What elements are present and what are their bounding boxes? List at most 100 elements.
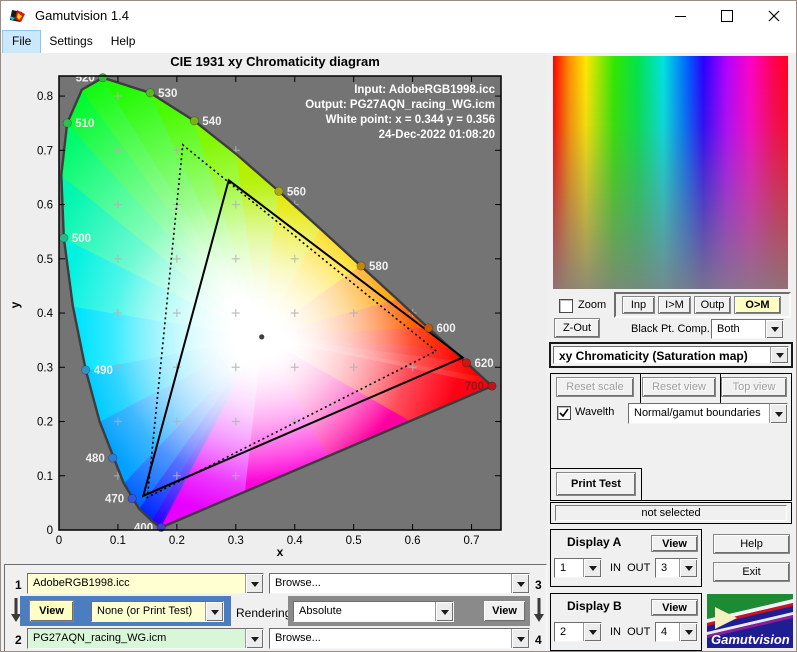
slot3-number: 3: [535, 578, 542, 592]
display-a-out-select[interactable]: 3: [655, 558, 698, 578]
dropdown-arrow-icon[interactable]: [511, 629, 529, 648]
dropdown-arrow-icon[interactable]: [245, 574, 263, 593]
svg-text:0.4: 0.4: [37, 308, 54, 320]
display-b-in-select[interactable]: 2: [554, 622, 602, 642]
rendering-label: Rendering: [236, 606, 292, 620]
menu-settings[interactable]: Settings: [40, 31, 101, 53]
svg-text:24-Dec-2022 01:08:20: 24-Dec-2022 01:08:20: [379, 129, 495, 141]
reset-view-button[interactable]: Reset view: [642, 377, 716, 397]
menu-help[interactable]: Help: [102, 31, 145, 53]
wavelength-checkbox[interactable]: [557, 406, 571, 420]
display-a-view-button[interactable]: View: [651, 535, 698, 552]
input-profile-select[interactable]: AdobeRGB1998.icc: [27, 573, 264, 594]
wavelength-dot-580: [356, 261, 366, 271]
browse-profile-3-select[interactable]: Browse...: [269, 573, 530, 594]
top-view-button[interactable]: Top view: [721, 377, 787, 397]
dropdown-arrow-icon[interactable]: [511, 574, 529, 593]
dropdown-arrow-icon[interactable]: [583, 559, 601, 577]
window-title: Gamutvision 1.4: [35, 8, 129, 23]
exit-button[interactable]: Exit: [713, 562, 790, 582]
wavelength-label-520: 520: [76, 73, 95, 85]
pattern-view-button[interactable]: View: [29, 600, 74, 622]
dropdown-arrow-icon[interactable]: [770, 347, 788, 363]
svg-text:0.5: 0.5: [37, 254, 53, 266]
chromaticity-diagram[interactable]: CIE 1931 xy Chromaticity diagram x y 400…: [5, 53, 546, 565]
browse-profile-4-select[interactable]: Browse...: [269, 628, 530, 649]
profile-panel: 1 AdobeRGB1998.icc Browse... 3 View None…: [4, 564, 547, 651]
display-mode-select[interactable]: xy Chromaticity (Saturation map): [553, 346, 789, 364]
input-view-button[interactable]: Inp: [622, 296, 655, 314]
slot1-number: 1: [15, 578, 22, 592]
down-arrow-icon: [534, 598, 544, 622]
wavelength-label-400: 400: [134, 522, 153, 534]
maximize-icon: [721, 10, 733, 22]
reset-scale-button[interactable]: Reset scale: [556, 377, 634, 397]
wavelength-checkbox-label: Wavelth: [575, 406, 615, 418]
dropdown-arrow-icon[interactable]: [679, 559, 697, 577]
display-b-view-button[interactable]: View: [651, 599, 698, 616]
zoom-checkbox[interactable]: [559, 299, 573, 313]
slot4-number: 4: [535, 633, 542, 647]
display-b-title: Display B: [567, 599, 622, 613]
display-a-inout-label: IN OUT: [610, 562, 651, 574]
maximize-button[interactable]: [704, 1, 750, 31]
rendering-view-button[interactable]: View: [483, 600, 526, 622]
close-button[interactable]: [751, 1, 796, 31]
svg-text:Output: PG27AQN_racing_WG.icm: Output: PG27AQN_racing_WG.icm: [305, 99, 495, 111]
zoom-out-button[interactable]: Z-Out: [554, 318, 600, 338]
close-icon: [768, 10, 780, 22]
display-b-inout-label: IN OUT: [610, 626, 651, 638]
pattern-select[interactable]: None (or Print Test): [91, 601, 224, 622]
white-point-marker: [259, 334, 265, 340]
output-monitor-view-button[interactable]: O>M: [734, 296, 781, 314]
wavelength-label-510: 510: [75, 118, 94, 130]
display-a-title: Display A: [567, 535, 622, 549]
svg-text:0.3: 0.3: [37, 362, 53, 374]
boundaries-select[interactable]: Normal/gamut boundaries: [628, 403, 788, 424]
menu-file[interactable]: File: [1, 30, 42, 54]
y-axis-label: y: [8, 301, 22, 308]
dropdown-arrow-icon[interactable]: [245, 629, 263, 648]
output-profile-select[interactable]: PG27AQN_racing_WG.icm: [27, 628, 264, 649]
help-button[interactable]: Help: [713, 534, 790, 554]
wavelength-dot-510: [62, 118, 72, 128]
svg-text:0.5: 0.5: [346, 535, 362, 547]
output-view-button[interactable]: Outp: [694, 296, 731, 314]
logo-text: Gamutvision: [711, 632, 790, 647]
display-a-in-select[interactable]: 1: [554, 558, 602, 578]
svg-text:0.1: 0.1: [110, 535, 126, 547]
dropdown-arrow-icon[interactable]: [679, 623, 697, 641]
dropdown-arrow-icon[interactable]: [205, 602, 223, 621]
dropdown-arrow-icon[interactable]: [769, 404, 787, 423]
wavelength-label-620: 620: [475, 358, 494, 370]
black-pt-comp-select[interactable]: Both: [711, 319, 784, 339]
wavelength-dot-490: [81, 365, 91, 375]
svg-text:0.2: 0.2: [37, 417, 53, 429]
wavelength-dot-600: [424, 323, 434, 333]
minimize-icon: [674, 15, 686, 17]
mode-select-frame: xy Chromaticity (Saturation map): [549, 342, 793, 368]
dropdown-arrow-icon[interactable]: [583, 623, 601, 641]
hue-saturation-map[interactable]: [553, 56, 788, 289]
svg-text:Input: AdobeRGB1998.icc: Input: AdobeRGB1998.icc: [354, 84, 495, 96]
print-test-button[interactable]: Print Test: [556, 472, 636, 496]
rendering-intent-select[interactable]: Absolute: [293, 601, 454, 622]
wavelength-label-600: 600: [437, 323, 456, 335]
x-axis-label: x: [277, 545, 284, 559]
wavelength-label-490: 490: [94, 365, 113, 377]
wavelength-dot-700: [487, 381, 497, 391]
input-monitor-view-button[interactable]: I>M: [658, 296, 691, 314]
wavelength-dot-560: [274, 186, 284, 196]
wavelength-dot-500: [59, 233, 69, 243]
display-b-out-select[interactable]: 4: [655, 622, 698, 642]
dropdown-arrow-icon[interactable]: [765, 320, 783, 338]
content-area: CIE 1931 xy Chromaticity diagram x y 400…: [1, 53, 796, 651]
wavelength-dot-530: [145, 88, 155, 98]
menu-bar: File Settings Help: [1, 30, 796, 54]
svg-text:0.8: 0.8: [37, 91, 53, 103]
minimize-button[interactable]: [657, 1, 703, 31]
slot2-number: 2: [15, 633, 22, 647]
svg-text:0.2: 0.2: [169, 535, 185, 547]
checkmark-icon: [559, 408, 569, 418]
dropdown-arrow-icon[interactable]: [435, 602, 453, 621]
